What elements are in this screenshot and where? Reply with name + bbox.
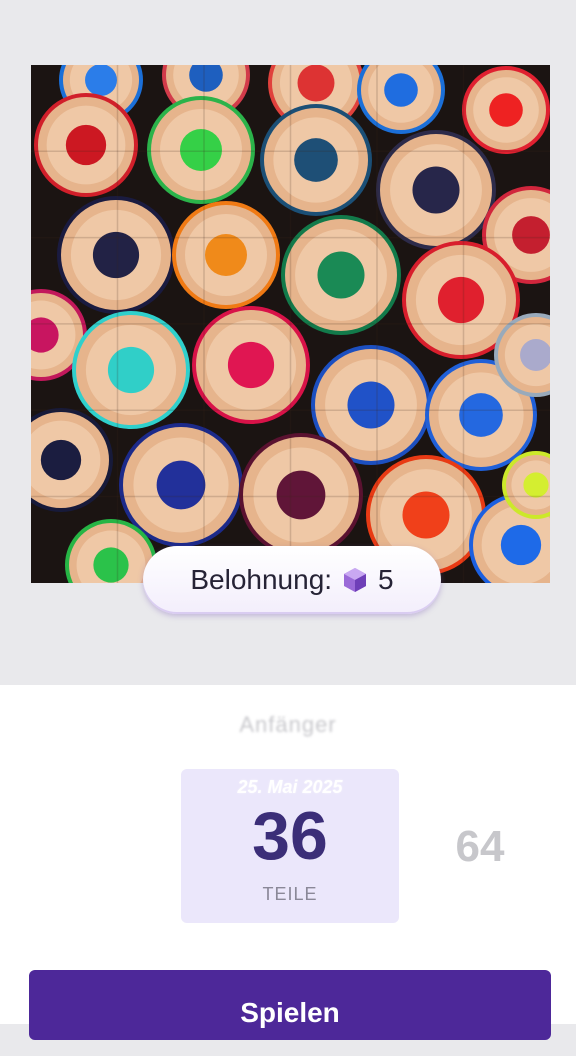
piece-count-option-selected[interactable]: 25. Mai 2025 36 TEILE [181, 769, 399, 923]
piece-unit-label: TEILE [262, 884, 318, 904]
puzzle-date: 25. Mai 2025 [237, 777, 343, 797]
reward-badge: Belohnung: 5 [143, 546, 441, 614]
reward-label: Belohnung: [190, 564, 333, 595]
puzzle-image[interactable] [31, 65, 550, 583]
colored-pencils-image [31, 65, 550, 583]
play-button[interactable]: Spielen [29, 970, 551, 1040]
selected-piece-count: 36 [252, 798, 328, 874]
difficulty-label: Anfänger [239, 712, 337, 737]
piece-count-option[interactable]: 64 [440, 822, 520, 872]
purple-gem-icon [342, 566, 368, 594]
reward-value: 5 [378, 564, 394, 595]
